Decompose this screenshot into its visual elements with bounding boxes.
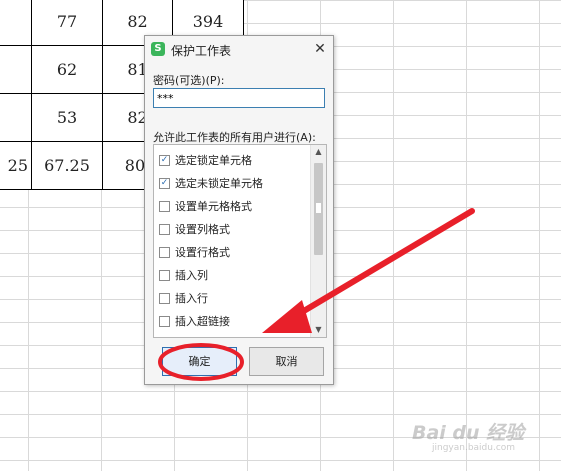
ok-button[interactable]: 确定 bbox=[162, 347, 237, 376]
permission-item[interactable]: 删除列 bbox=[159, 335, 309, 337]
permission-label: 删除列 bbox=[175, 336, 208, 337]
permission-item[interactable]: 插入超链接 bbox=[159, 312, 309, 330]
permission-label: 设置列格式 bbox=[175, 223, 230, 236]
permission-label: 设置行格式 bbox=[175, 246, 230, 259]
permission-checkbox[interactable] bbox=[159, 292, 170, 304]
permission-item[interactable]: 插入列 bbox=[159, 266, 309, 284]
permission-item[interactable]: 插入行 bbox=[159, 289, 309, 307]
sheet-cell[interactable] bbox=[0, 93, 32, 142]
permission-item[interactable]: ✓ 选定锁定单元格 bbox=[159, 151, 309, 169]
allow-users-label: 允许此工作表的所有用户进行(A): bbox=[153, 131, 316, 144]
permission-checkbox[interactable] bbox=[159, 269, 170, 281]
permission-label: 选定锁定单元格 bbox=[175, 154, 252, 167]
password-label: 密码(可选)(P): bbox=[153, 74, 225, 87]
scroll-down-icon[interactable]: ▼ bbox=[311, 323, 326, 337]
permission-checkbox[interactable]: ✓ bbox=[159, 154, 170, 166]
password-input[interactable] bbox=[153, 88, 325, 108]
scrollbar-grip bbox=[316, 203, 321, 213]
sheet-cell[interactable] bbox=[0, 0, 32, 46]
sheet-cell[interactable]: 25 bbox=[0, 141, 32, 190]
sheet-cell[interactable]: 77 bbox=[31, 0, 103, 46]
sheet-cell[interactable]: 62 bbox=[31, 45, 103, 94]
scroll-up-icon[interactable]: ▲ bbox=[311, 145, 326, 159]
permission-list-scrollbar[interactable]: ▲ ▼ bbox=[310, 145, 326, 337]
permission-label: 插入行 bbox=[175, 292, 208, 305]
permission-item[interactable]: 设置单元格格式 bbox=[159, 197, 309, 215]
protect-sheet-dialog: S 保护工作表 ✕ 密码(可选)(P): 允许此工作表的所有用户进行(A): ✓… bbox=[144, 35, 334, 385]
permission-label: 插入超链接 bbox=[175, 315, 230, 328]
sheet-cell[interactable] bbox=[0, 45, 32, 94]
permission-item[interactable]: 设置行格式 bbox=[159, 243, 309, 261]
sheet-cell[interactable]: 53 bbox=[31, 93, 103, 142]
sheet-cell[interactable]: 67.25 bbox=[31, 141, 103, 190]
permission-label: 设置单元格格式 bbox=[175, 200, 252, 213]
watermark: Bai du 经验 bbox=[412, 422, 525, 444]
permission-checkbox[interactable] bbox=[159, 246, 170, 258]
permission-checkbox[interactable]: ✓ bbox=[159, 177, 170, 189]
permission-checkbox[interactable] bbox=[159, 315, 170, 327]
wps-app-icon: S bbox=[151, 42, 165, 56]
dialog-titlebar[interactable]: S 保护工作表 ✕ bbox=[145, 36, 333, 62]
permission-list[interactable]: ✓ 选定锁定单元格 ✓ 选定未锁定单元格 设置单元格格式 设置列格式设置行格式插入列插入行… bbox=[153, 144, 327, 338]
close-icon[interactable]: ✕ bbox=[311, 40, 329, 58]
permission-item[interactable]: ✓ 选定未锁定单元格 bbox=[159, 174, 309, 192]
permission-checkbox[interactable] bbox=[159, 200, 170, 212]
dialog-title: 保护工作表 bbox=[171, 44, 232, 58]
permission-label: 插入列 bbox=[175, 269, 208, 282]
permission-item[interactable]: 设置列格式 bbox=[159, 220, 309, 238]
cancel-button[interactable]: 取消 bbox=[249, 347, 324, 376]
permission-label: 选定未锁定单元格 bbox=[175, 177, 263, 190]
watermark-subtext: jingyan.baidu.com bbox=[432, 443, 516, 453]
permission-checkbox[interactable] bbox=[159, 223, 170, 235]
